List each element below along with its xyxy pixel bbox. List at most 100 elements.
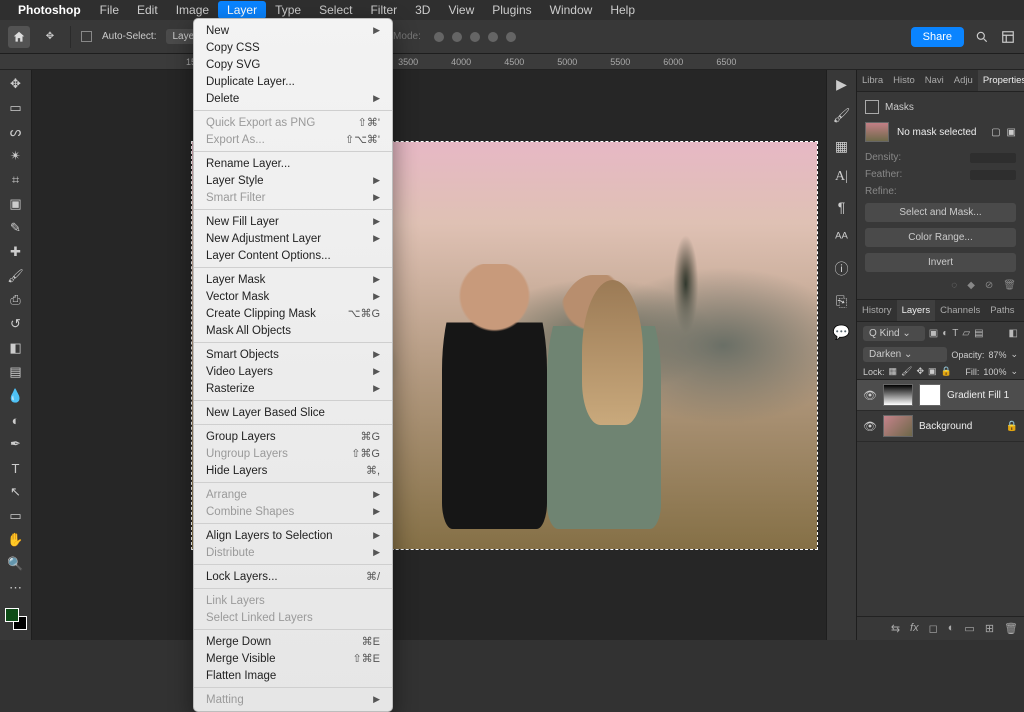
menu-item-copy-css[interactable]: Copy CSS bbox=[194, 39, 392, 56]
menu-item-new-layer-based-slice[interactable]: New Layer Based Slice bbox=[194, 404, 392, 421]
tab-histogram[interactable]: Histo bbox=[888, 70, 920, 91]
filter-type-icon[interactable]: T bbox=[952, 328, 958, 339]
history-brush-tool[interactable]: ↺ bbox=[4, 314, 28, 334]
lock-artboard-icon[interactable]: ▣ bbox=[928, 366, 937, 377]
new-fill-adjustment-icon[interactable]: ◐ bbox=[948, 622, 955, 635]
filter-adjust-icon[interactable]: ◐ bbox=[942, 328, 948, 339]
tab-properties[interactable]: Properties bbox=[978, 70, 1024, 91]
disable-mask-icon[interactable]: ⊘ bbox=[985, 280, 993, 291]
lasso-tool[interactable]: ᔕ bbox=[4, 122, 28, 142]
menu-item-rasterize[interactable]: Rasterize▶ bbox=[194, 380, 392, 397]
menu-item-layer-style[interactable]: Layer Style▶ bbox=[194, 172, 392, 189]
lock-trans-icon[interactable]: ▦ bbox=[889, 366, 898, 377]
menu-layer[interactable]: Layer bbox=[218, 1, 266, 19]
menu-item-create-clipping-mask[interactable]: Create Clipping Mask⌥⌘G bbox=[194, 305, 392, 322]
tab-libraries[interactable]: Libra bbox=[857, 70, 888, 91]
comments-icon[interactable]: 💬 bbox=[833, 324, 850, 341]
brush-tool[interactable]: 🖌 bbox=[4, 266, 28, 286]
tab-paths[interactable]: Paths bbox=[985, 300, 1019, 321]
gradient-tool[interactable]: ▤ bbox=[4, 362, 28, 382]
menu-3d[interactable]: 3D bbox=[406, 1, 439, 19]
layer-gradient-fill-1[interactable]: 👁 Gradient Fill 1 bbox=[857, 380, 1024, 411]
pixel-mask-icon[interactable]: ▢ bbox=[991, 127, 1000, 138]
layer-filter-kind[interactable]: Q Kind ⌄ bbox=[863, 326, 925, 341]
filter-smart-icon[interactable]: ▤ bbox=[974, 328, 983, 339]
menu-edit[interactable]: Edit bbox=[128, 1, 167, 19]
menu-item-duplicate-layer[interactable]: Duplicate Layer... bbox=[194, 73, 392, 90]
menu-item-align-layers-to-selection[interactable]: Align Layers to Selection▶ bbox=[194, 527, 392, 544]
menu-item-video-layers[interactable]: Video Layers▶ bbox=[194, 363, 392, 380]
lock-all-icon[interactable]: 🔒 bbox=[941, 366, 952, 377]
layer-fx-icon[interactable]: fx bbox=[910, 622, 919, 635]
fill-value[interactable]: 100% bbox=[983, 367, 1006, 377]
density-slider[interactable] bbox=[970, 153, 1016, 163]
move-tool[interactable]: ✥ bbox=[4, 74, 28, 94]
hand-tool[interactable]: ✋ bbox=[4, 530, 28, 550]
layer-background[interactable]: 👁 Background 🔒 bbox=[857, 411, 1024, 442]
clone-stamp-tool[interactable]: ⎙ bbox=[4, 290, 28, 310]
menu-item-merge-visible[interactable]: Merge Visible⇧⌘E bbox=[194, 650, 392, 667]
move-tool-icon[interactable]: ✥ bbox=[40, 27, 60, 47]
foreground-color[interactable] bbox=[5, 608, 19, 622]
menu-item-lock-layers[interactable]: Lock Layers...⌘/ bbox=[194, 568, 392, 585]
swatches-icon[interactable]: ▦ bbox=[835, 138, 848, 155]
dodge-tool[interactable]: ◐ bbox=[4, 410, 28, 430]
menu-item-group-layers[interactable]: Group Layers⌘G bbox=[194, 428, 392, 445]
menu-filter[interactable]: Filter bbox=[361, 1, 406, 19]
menu-type[interactable]: Type bbox=[266, 1, 310, 19]
menu-file[interactable]: File bbox=[91, 1, 128, 19]
new-group-icon[interactable]: ▭ bbox=[964, 622, 974, 635]
menu-item-rename-layer[interactable]: Rename Layer... bbox=[194, 155, 392, 172]
clone-icon[interactable]: ⎘ bbox=[836, 293, 847, 310]
tab-channels[interactable]: Channels bbox=[935, 300, 985, 321]
menu-item-copy-svg[interactable]: Copy SVG bbox=[194, 56, 392, 73]
menu-item-smart-objects[interactable]: Smart Objects▶ bbox=[194, 346, 392, 363]
menu-plugins[interactable]: Plugins bbox=[483, 1, 540, 19]
magic-wand-tool[interactable]: ✴ bbox=[4, 146, 28, 166]
load-selection-icon[interactable]: ◌ bbox=[951, 280, 957, 291]
menu-select[interactable]: Select bbox=[310, 1, 361, 19]
menu-window[interactable]: Window bbox=[541, 1, 602, 19]
tab-history[interactable]: History bbox=[857, 300, 897, 321]
color-range-button[interactable]: Color Range... bbox=[865, 228, 1016, 247]
mask-thumbnail[interactable] bbox=[865, 122, 889, 142]
info-icon[interactable]: ⓘ bbox=[835, 259, 849, 279]
filter-shape-icon[interactable]: ▱ bbox=[962, 328, 970, 339]
edit-toolbar[interactable]: ⋯ bbox=[4, 578, 28, 598]
layer-name[interactable]: Background bbox=[919, 421, 972, 432]
zoom-tool[interactable]: 🔍 bbox=[4, 554, 28, 574]
layer-thumbnail[interactable] bbox=[883, 384, 913, 406]
apply-mask-icon[interactable]: ◆ bbox=[967, 280, 975, 291]
frame-tool[interactable]: ▣ bbox=[4, 194, 28, 214]
feather-slider[interactable] bbox=[970, 170, 1016, 180]
menu-view[interactable]: View bbox=[439, 1, 483, 19]
menu-item-vector-mask[interactable]: Vector Mask▶ bbox=[194, 288, 392, 305]
marquee-tool[interactable]: ▭ bbox=[4, 98, 28, 118]
tab-navigator[interactable]: Navi bbox=[920, 70, 949, 91]
menu-help[interactable]: Help bbox=[601, 1, 644, 19]
delete-mask-icon[interactable]: 🗑 bbox=[1003, 280, 1016, 291]
vector-mask-icon[interactable]: ▣ bbox=[1007, 127, 1016, 138]
character-icon[interactable]: A| bbox=[835, 169, 848, 185]
menu-item-merge-down[interactable]: Merge Down⌘E bbox=[194, 633, 392, 650]
shape-tool[interactable]: ▭ bbox=[4, 506, 28, 526]
opacity-chevron-icon[interactable]: ⌄ bbox=[1010, 349, 1018, 360]
invert-button[interactable]: Invert bbox=[865, 253, 1016, 272]
lock-icon[interactable]: 🔒 bbox=[1006, 421, 1018, 432]
home-button[interactable] bbox=[8, 26, 30, 48]
search-icon[interactable] bbox=[974, 29, 990, 45]
menu-item-hide-layers[interactable]: Hide Layers⌘, bbox=[194, 462, 392, 479]
blend-mode-dropdown[interactable]: Darken ⌄ bbox=[863, 347, 947, 362]
play-icon[interactable]: ▶ bbox=[836, 76, 847, 93]
3d-mode-icons[interactable] bbox=[431, 29, 521, 45]
crop-tool[interactable]: ⌗ bbox=[4, 170, 28, 190]
opacity-value[interactable]: 87% bbox=[988, 350, 1006, 360]
fill-chevron-icon[interactable]: ⌄ bbox=[1010, 366, 1018, 377]
layer-mask-thumbnail[interactable] bbox=[919, 384, 941, 406]
menu-image[interactable]: Image bbox=[167, 1, 218, 19]
healing-tool[interactable]: ✚ bbox=[4, 242, 28, 262]
new-layer-icon[interactable]: ⊞ bbox=[985, 622, 994, 635]
link-layers-icon[interactable]: ⇆ bbox=[891, 622, 900, 635]
menu-item-new-adjustment-layer[interactable]: New Adjustment Layer▶ bbox=[194, 230, 392, 247]
glyphs-icon[interactable]: ᴬᴬ bbox=[835, 229, 848, 245]
